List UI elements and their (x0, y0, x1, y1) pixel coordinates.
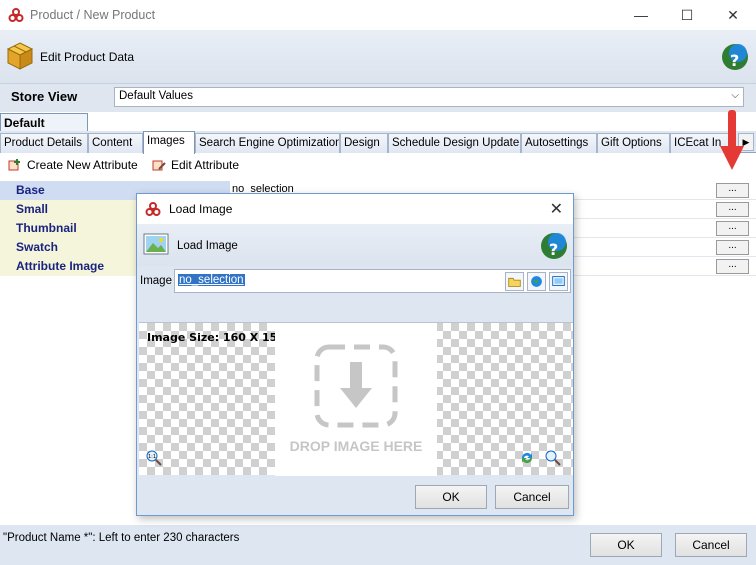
help-icon[interactable]: ? (720, 42, 750, 72)
store-view-bar: Store View Default Values ⌵ (0, 84, 756, 112)
image-picture-icon (143, 233, 169, 255)
load-image-dialog: Load Image ✕ Load Image ? Image no_selec… (136, 193, 574, 516)
store-view-select[interactable]: Default Values ⌵ (114, 87, 744, 107)
status-text: "Product Name *": Left to enter 230 char… (3, 532, 240, 544)
image-path-input[interactable]: no_selection (174, 269, 571, 293)
chevron-down-icon: ⌵ (731, 90, 739, 101)
edit-attribute-label: Edit Attribute (171, 158, 240, 172)
attribute-toolbar: Create New Attribute Edit Attribute (0, 154, 756, 180)
tab-strip: Product Details Content Images Search En… (0, 131, 756, 154)
zoom-icon[interactable] (545, 450, 561, 466)
tab-autosettings[interactable]: Autosettings (521, 133, 597, 153)
image-preview-area[interactable]: Image Size: 160 X 150 DROP IMAGE HERE 1:… (139, 322, 573, 476)
drop-arrow-icon (314, 344, 398, 428)
browse-button[interactable]: ... (716, 221, 749, 236)
tab-design[interactable]: Design (340, 133, 388, 153)
app-logo-icon (8, 8, 24, 22)
product-box-icon (6, 42, 34, 70)
edit-attribute-button[interactable]: Edit Attribute (152, 158, 239, 172)
create-attribute-label: Create New Attribute (27, 158, 138, 172)
dialog-title: Load Image (169, 202, 233, 216)
drop-image-text: DROP IMAGE HERE (289, 438, 423, 454)
tab-images[interactable]: Images (143, 131, 195, 154)
dialog-close-button[interactable]: ✕ (550, 199, 563, 219)
status-bar: "Product Name *": Left to enter 230 char… (0, 525, 756, 565)
close-button[interactable]: ✕ (710, 0, 756, 30)
folder-icon[interactable] (505, 272, 524, 291)
dialog-header: Load Image ? (137, 224, 573, 266)
refresh-icon[interactable] (519, 450, 535, 466)
ok-button[interactable]: OK (590, 533, 662, 557)
tab-product-details[interactable]: Product Details (0, 133, 88, 153)
browse-button[interactable]: ... (716, 240, 749, 255)
tab-schedule-design-update[interactable]: Schedule Design Update (388, 133, 521, 153)
tab-gift-options[interactable]: Gift Options (597, 133, 670, 153)
image-row: Image no_selection (137, 268, 573, 294)
cancel-button[interactable]: Cancel (675, 533, 747, 557)
edit-attribute-icon (152, 160, 166, 171)
window-titlebar: Product / New Product — ☐ ✕ (0, 0, 756, 30)
image-path-value: no_selection (178, 274, 245, 286)
store-view-value: Default Values (119, 90, 193, 102)
zoom-label: 1:1 (148, 454, 156, 460)
window-title: Product / New Product (30, 8, 156, 22)
dialog-header-title: Load Image (177, 240, 238, 252)
create-attribute-icon (8, 159, 20, 171)
tab-search-engine-optimization[interactable]: Search Engine Optimization (195, 133, 340, 153)
browse-button[interactable]: ... (716, 259, 749, 274)
page-header: Edit Product Data ? (0, 30, 756, 84)
web-globe-icon[interactable] (527, 272, 546, 291)
zoom-actual-size-icon[interactable]: 1:1 (146, 450, 162, 466)
svg-text:?: ? (549, 240, 558, 259)
svg-text:?: ? (730, 51, 739, 70)
image-size-text: Image Size: 160 X 150 (147, 331, 285, 344)
red-arrow-icon (720, 110, 744, 170)
help-icon[interactable]: ? (539, 231, 569, 261)
drop-zone[interactable]: DROP IMAGE HERE (275, 323, 437, 476)
maximize-button[interactable]: ☐ (664, 0, 710, 30)
dialog-titlebar: Load Image ✕ (137, 194, 573, 224)
image-label: Image (140, 275, 172, 287)
create-attribute-button[interactable]: Create New Attribute (8, 158, 138, 172)
browse-button[interactable]: ... (716, 202, 749, 217)
dialog-cancel-button[interactable]: Cancel (495, 485, 569, 509)
minimize-button[interactable]: — (618, 0, 664, 30)
browse-button[interactable]: ... (716, 183, 749, 198)
scope-tab-default-values[interactable]: Default Values (0, 113, 88, 144)
store-view-label: Store View (11, 89, 78, 104)
app-logo-icon (145, 202, 161, 216)
tab-content[interactable]: Content (88, 133, 143, 153)
page-title: Edit Product Data (40, 50, 135, 64)
dialog-ok-button[interactable]: OK (415, 485, 487, 509)
screen-capture-icon[interactable] (549, 272, 568, 291)
